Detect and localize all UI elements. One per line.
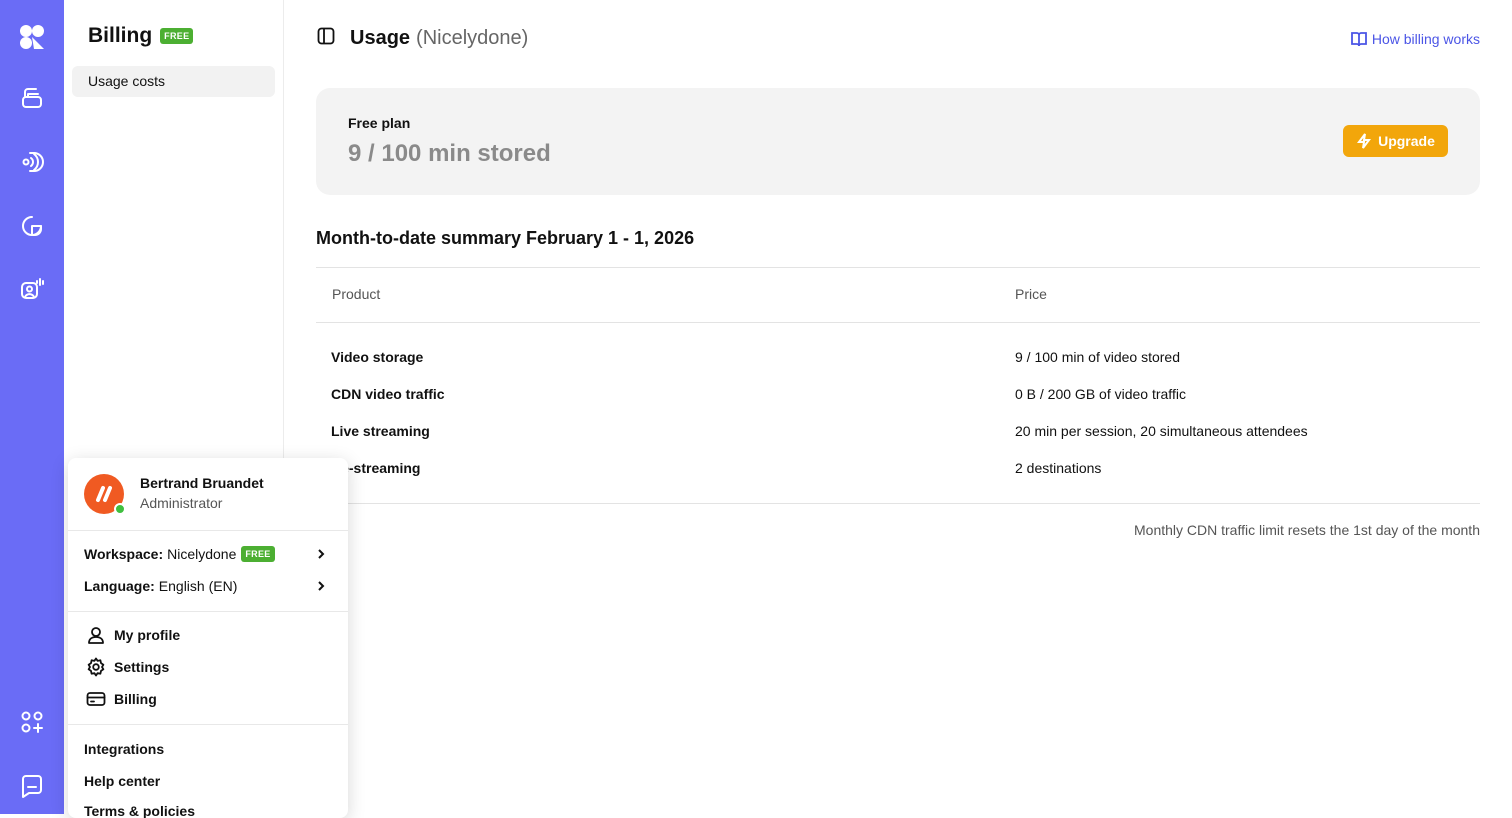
- user-menu-popover: Bertrand Bruandet Administrator Workspac…: [68, 458, 348, 818]
- workspace-selector[interactable]: Workspace: Nicelydone FREE: [84, 542, 332, 566]
- how-billing-works-label: How billing works: [1371, 31, 1480, 47]
- analytics-icon[interactable]: [16, 210, 48, 242]
- user-role: Administrator: [140, 495, 223, 511]
- chevron-right-icon: [318, 581, 325, 591]
- language-value: English (EN): [158, 578, 238, 594]
- chevron-right-icon: [318, 549, 325, 559]
- page-subtitle: (Nicelydone): [416, 27, 529, 49]
- workspace-label: Workspace:: [84, 546, 164, 562]
- plan-label: Free plan: [348, 115, 411, 131]
- workspace-free-badge: FREE: [241, 546, 275, 562]
- sidebar-item-usage-costs[interactable]: Usage costs: [72, 66, 275, 97]
- chat-icon[interactable]: [16, 770, 48, 802]
- sidebar-title-text: Billing: [88, 24, 153, 47]
- menu-item-billing[interactable]: Billing: [86, 687, 332, 711]
- apps-icon[interactable]: [16, 706, 48, 738]
- product-cell: Video storage: [331, 349, 424, 365]
- logo-icon[interactable]: [16, 21, 48, 53]
- summary-title: Month-to-date summary February 1 - 1, 20…: [316, 228, 695, 248]
- language-selector[interactable]: Language: English (EN): [84, 574, 332, 598]
- column-header-price: Price: [1015, 286, 1047, 302]
- workspace-value: Nicelydone: [167, 546, 237, 562]
- menu-item-label: Settings: [114, 659, 170, 675]
- sidebar-toggle-icon[interactable]: [316, 26, 336, 51]
- price-cell: 0 B / 200 GB of video traffic: [1015, 386, 1186, 402]
- menu-link-help-center[interactable]: Help center: [84, 773, 160, 789]
- upgrade-label: Upgrade: [1378, 133, 1435, 149]
- how-billing-works-link[interactable]: How billing works: [1350, 30, 1480, 48]
- table-row: CDN video traffic 0 B / 200 GB of video …: [331, 386, 1480, 423]
- online-status-dot: [114, 503, 126, 515]
- menu-divider: [68, 530, 348, 531]
- menu-link-terms-policies[interactable]: Terms & policies: [84, 803, 195, 818]
- table-row: Live streaming 20 min per session, 20 si…: [331, 423, 1480, 460]
- table-row: Re-streaming 2 destinations: [331, 460, 1480, 497]
- cdn-reset-note: Monthly CDN traffic limit resets the 1st…: [1134, 522, 1480, 538]
- plan-usage-value: 9 / 100 min stored: [348, 140, 551, 167]
- user-icon: [88, 627, 104, 644]
- live-icon[interactable]: [16, 146, 48, 178]
- gear-icon: [87, 657, 105, 677]
- app-rail: [0, 0, 64, 814]
- studio-icon[interactable]: [16, 272, 48, 304]
- page-title: Usage: [350, 27, 411, 49]
- main-content: Usage (Nicelydone) How billing works Fre…: [284, 0, 1512, 814]
- product-cell: CDN video traffic: [331, 386, 445, 402]
- language-label: Language:: [84, 578, 155, 594]
- free-badge: FREE: [160, 28, 194, 44]
- table-bottom-divider: [316, 503, 1480, 504]
- credit-card-icon: [86, 692, 106, 706]
- menu-item-settings[interactable]: Settings: [86, 655, 332, 679]
- page-header: Usage (Nicelydone): [316, 26, 528, 51]
- table-top-divider: [316, 267, 1480, 268]
- price-cell: 20 min per session, 20 simultaneous atte…: [1015, 423, 1308, 439]
- column-header-product: Product: [332, 286, 381, 302]
- price-cell: 9 / 100 min of video stored: [1015, 349, 1180, 365]
- menu-item-label: Billing: [114, 691, 157, 707]
- menu-item-label: My profile: [114, 627, 181, 643]
- bolt-icon: [1357, 133, 1372, 149]
- menu-divider: [68, 611, 348, 612]
- product-cell: Live streaming: [331, 423, 430, 439]
- menu-link-integrations[interactable]: Integrations: [84, 741, 164, 757]
- user-name: Bertrand Bruandet: [140, 475, 264, 491]
- sidebar-title: Billing FREE: [88, 24, 194, 48]
- book-icon: [1350, 32, 1367, 47]
- plan-card: Free plan 9 / 100 min stored Upgrade: [316, 88, 1480, 195]
- menu-divider: [68, 724, 348, 725]
- library-icon[interactable]: [16, 82, 48, 114]
- table-header-divider: [316, 322, 1480, 323]
- price-cell: 2 destinations: [1015, 460, 1102, 476]
- upgrade-button[interactable]: Upgrade: [1343, 125, 1448, 157]
- table-row: Video storage 9 / 100 min of video store…: [331, 349, 1480, 386]
- menu-item-my-profile[interactable]: My profile: [86, 623, 332, 647]
